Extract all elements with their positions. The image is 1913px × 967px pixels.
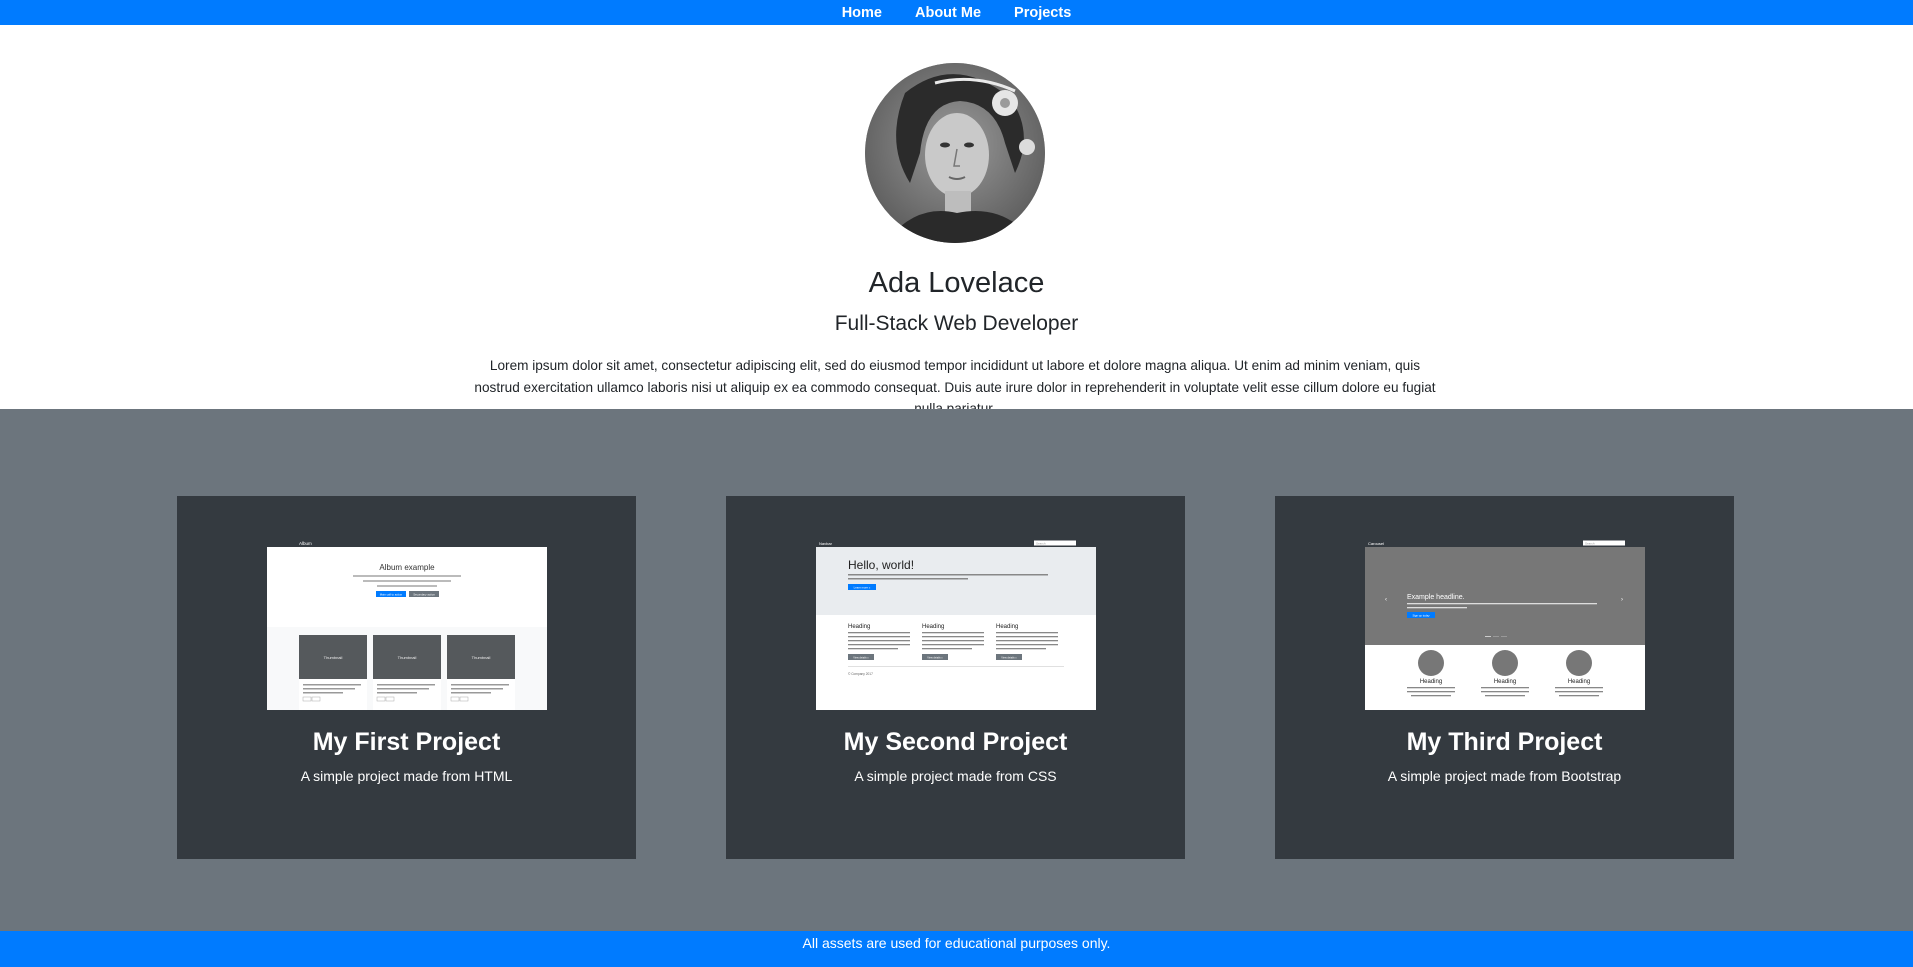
project-2-description: A simple project made from CSS bbox=[854, 768, 1057, 784]
svg-text:Heading: Heading bbox=[1568, 679, 1590, 685]
profile-name: Ada Lovelace bbox=[868, 267, 1045, 299]
nav-home-link[interactable]: Home bbox=[842, 5, 882, 21]
svg-text:View details »: View details » bbox=[927, 657, 943, 660]
svg-text:Heading: Heading bbox=[848, 624, 870, 630]
profile-role: Full-Stack Web Developer bbox=[834, 312, 1079, 335]
project-3-thumbnail: Carousel Search ‹ › Example headline. Si… bbox=[1365, 539, 1645, 710]
svg-text:Secondary action: Secondary action bbox=[413, 593, 435, 597]
svg-text:View details »: View details » bbox=[1001, 657, 1017, 660]
project-card-2[interactable]: Navbar Search Hello, world! Learn more »… bbox=[726, 496, 1185, 859]
nav-projects-link[interactable]: Projects bbox=[1014, 5, 1071, 21]
project-1-title: My First Project bbox=[312, 728, 501, 756]
svg-text:Example headline.: Example headline. bbox=[1407, 594, 1465, 601]
svg-text:Sign up today: Sign up today bbox=[1412, 614, 1430, 618]
profile-avatar bbox=[865, 63, 1045, 243]
profile-section: Ada Lovelace Full-Stack Web Developer Lo… bbox=[0, 25, 1913, 416]
svg-text:© Company 2017: © Company 2017 bbox=[848, 672, 873, 676]
project-1-description: A simple project made from HTML bbox=[300, 768, 513, 784]
footer-text: All assets are used for educational purp… bbox=[802, 935, 1111, 951]
svg-text:Heading: Heading bbox=[1494, 679, 1516, 685]
svg-text:›: › bbox=[1621, 597, 1623, 603]
svg-text:Hello, world!: Hello, world! bbox=[848, 558, 914, 572]
top-navbar: Home About Me Projects bbox=[0, 0, 1913, 25]
svg-text:Search: Search bbox=[1036, 542, 1046, 546]
svg-text:Album example: Album example bbox=[379, 563, 435, 572]
portrait-image bbox=[865, 63, 1045, 243]
svg-text:Album: Album bbox=[299, 541, 312, 546]
svg-text:Thumbnail: Thumbnail bbox=[472, 655, 491, 660]
svg-text:Heading: Heading bbox=[922, 624, 944, 630]
project-2-thumbnail: Navbar Search Hello, world! Learn more »… bbox=[816, 539, 1096, 710]
nav-about-link[interactable]: About Me bbox=[915, 5, 981, 21]
project-3-description: A simple project made from Bootstrap bbox=[1387, 768, 1622, 784]
svg-text:Heading: Heading bbox=[1420, 679, 1442, 685]
project-1-thumbnail: Album Album example Main call to action … bbox=[267, 539, 547, 710]
svg-text:Main call to action: Main call to action bbox=[380, 593, 403, 597]
svg-text:Thumbnail: Thumbnail bbox=[324, 655, 343, 660]
svg-text:‹: ‹ bbox=[1385, 597, 1387, 603]
project-card-3[interactable]: Carousel Search ‹ › Example headline. Si… bbox=[1275, 496, 1734, 859]
project-3-title: My Third Project bbox=[1406, 728, 1603, 756]
page-footer: All assets are used for educational purp… bbox=[0, 931, 1913, 967]
svg-text:Learn more »: Learn more » bbox=[854, 586, 871, 590]
svg-text:Navbar: Navbar bbox=[819, 541, 833, 546]
projects-section: Album Album example Main call to action … bbox=[0, 409, 1913, 931]
project-card-1[interactable]: Album Album example Main call to action … bbox=[177, 496, 636, 859]
svg-text:Thumbnail: Thumbnail bbox=[398, 655, 417, 660]
svg-text:Heading: Heading bbox=[996, 624, 1018, 630]
svg-text:Search: Search bbox=[1585, 542, 1595, 546]
svg-text:Carousel: Carousel bbox=[1368, 541, 1384, 546]
svg-text:View details »: View details » bbox=[853, 657, 869, 660]
project-2-title: My Second Project bbox=[843, 728, 1068, 756]
